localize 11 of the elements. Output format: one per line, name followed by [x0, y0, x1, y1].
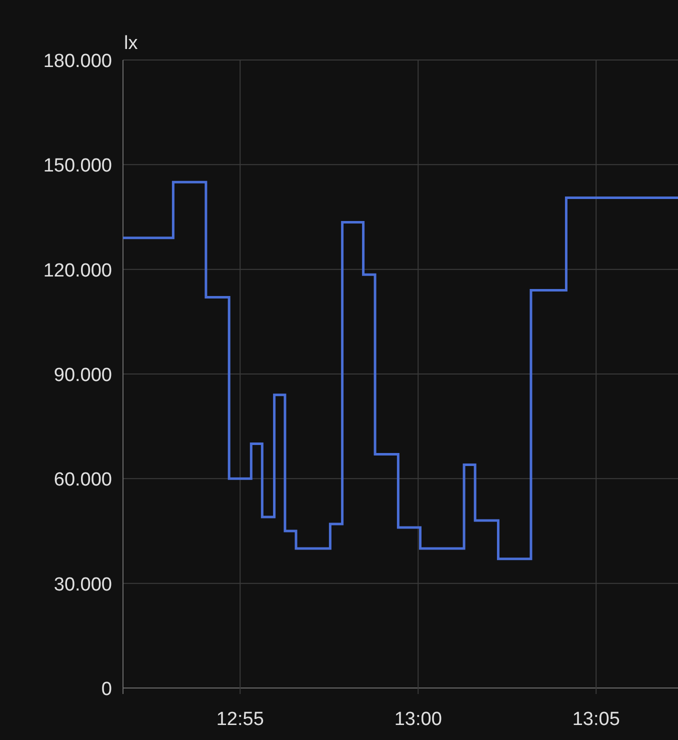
axis-label: lx — [124, 33, 138, 54]
tick-label: 150.000 — [43, 156, 112, 177]
tick-label: 13:05 — [572, 709, 620, 730]
tick-label: 60.000 — [54, 470, 112, 491]
tick-label: 13:00 — [394, 709, 442, 730]
tick-label: 90.000 — [54, 365, 112, 386]
tick-label: 12:55 — [216, 709, 264, 730]
tick-label: 120.000 — [43, 260, 112, 282]
tick-label: 0 — [101, 679, 112, 700]
tick-label: 180.000 — [43, 51, 112, 72]
tick-label: 30.000 — [54, 574, 112, 596]
